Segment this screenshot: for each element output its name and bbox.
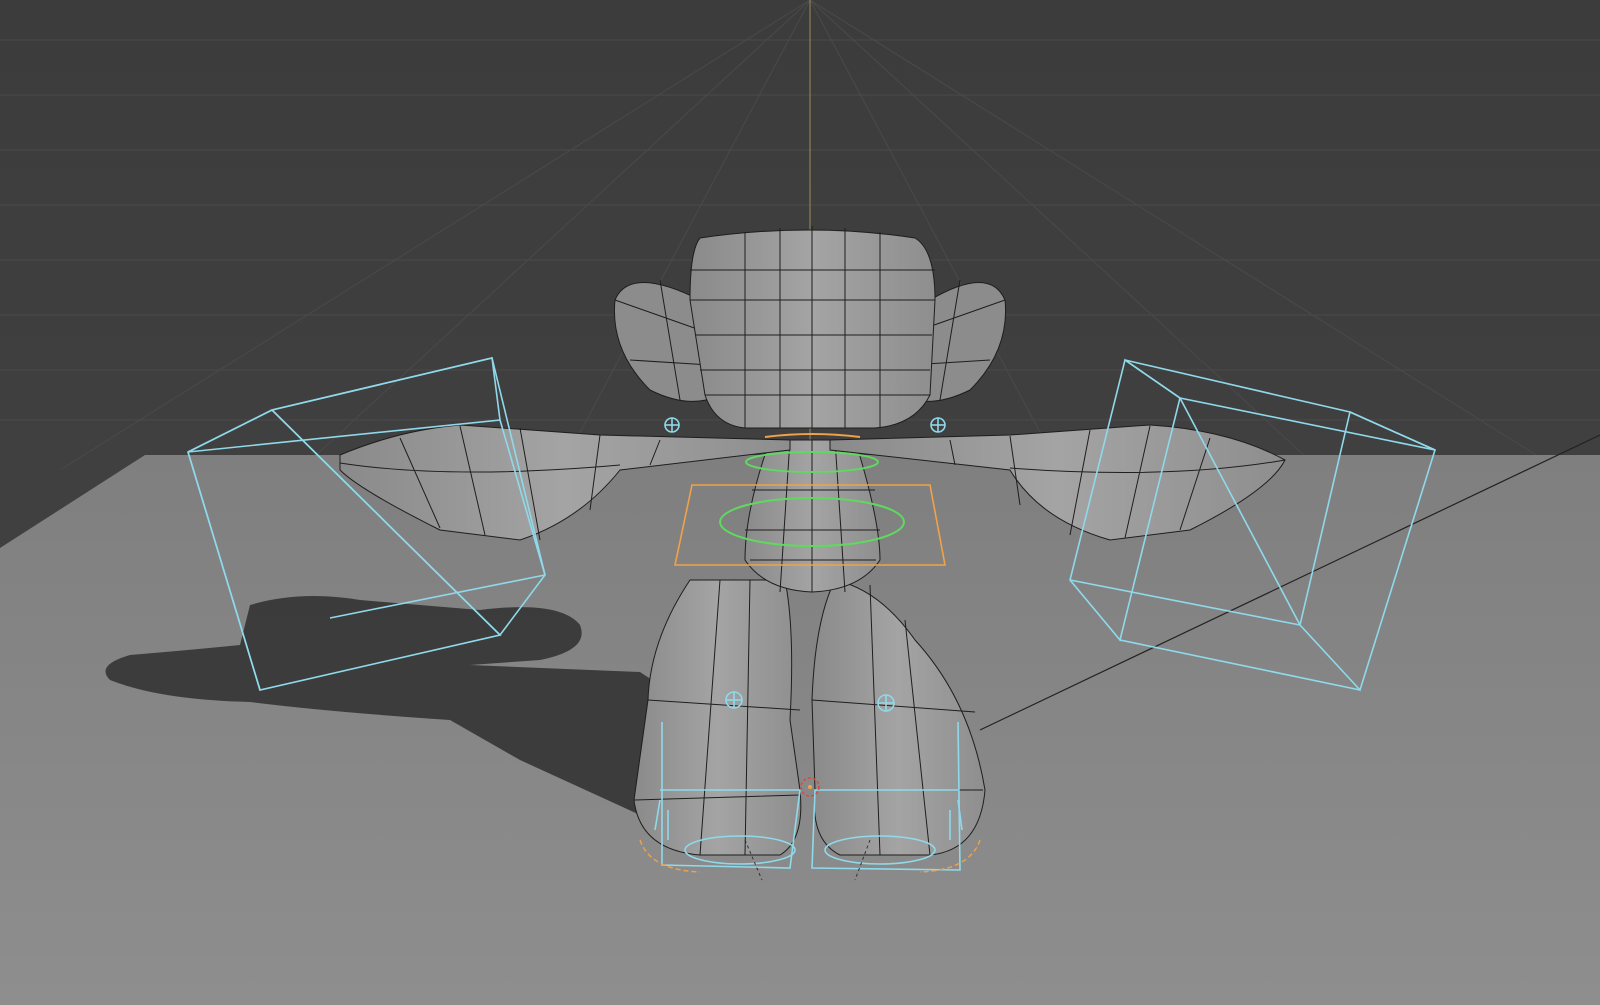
- left-shoulder-control[interactable]: [664, 417, 680, 433]
- left-knee-pole[interactable]: [725, 691, 743, 709]
- right-knee-pole[interactable]: [877, 694, 895, 712]
- right-shoulder-control[interactable]: [930, 417, 946, 433]
- viewport-canvas[interactable]: [0, 0, 1600, 1005]
- 3d-viewport[interactable]: [0, 0, 1600, 1005]
